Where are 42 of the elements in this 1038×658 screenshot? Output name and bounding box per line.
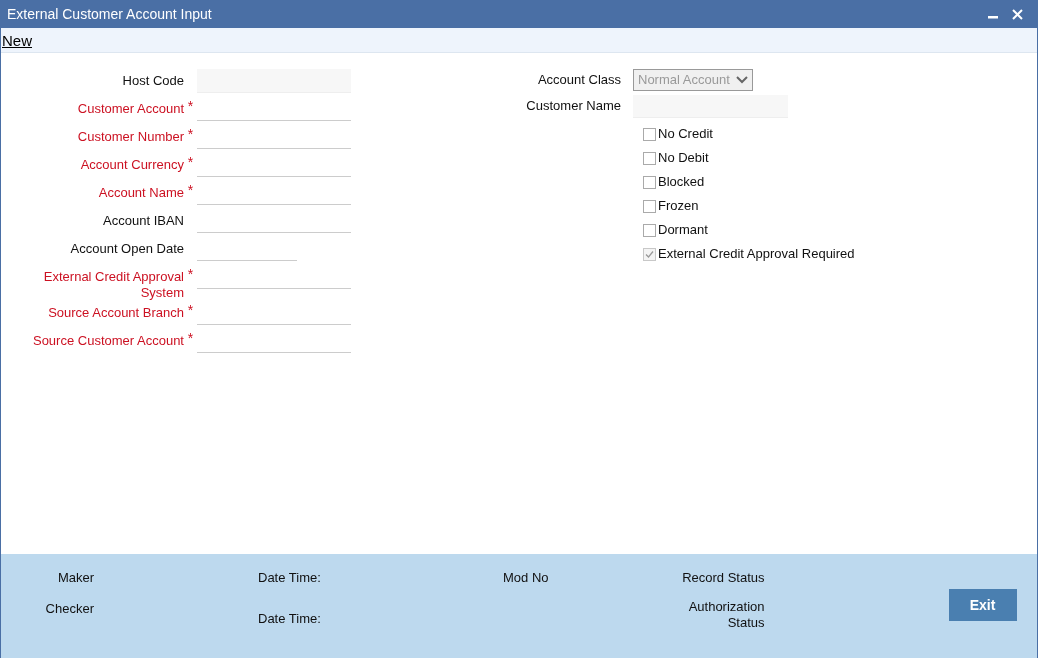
mod-no-label: Mod No [503, 569, 549, 587]
checkbox[interactable] [643, 151, 656, 165]
checkbox[interactable] [643, 127, 656, 141]
required-asterisk: * [187, 155, 194, 169]
field-label: Host Code [121, 73, 184, 89]
checkbox-label: Blocked [658, 173, 705, 192]
checkbox-label: Dormant [658, 221, 708, 240]
record-status-label: Record Status [682, 569, 765, 587]
field-label: External Credit Approval System [42, 269, 184, 301]
window-title: External Customer Account Input [7, 4, 212, 24]
close-icon[interactable] [1012, 8, 1023, 20]
date-time-label: Date Time: [258, 609, 322, 628]
checkbox[interactable] [643, 175, 656, 189]
required-asterisk: * [187, 127, 194, 141]
field-label: Source Account Branch [47, 305, 184, 321]
chevron-icon [736, 76, 748, 84]
checker-label: Checker [45, 599, 94, 618]
field-label: Customer Account [76, 101, 184, 117]
required-asterisk: * [187, 331, 194, 345]
field-label: Customer Number [76, 129, 184, 145]
checkbox[interactable] [643, 199, 656, 213]
field-label: Account Name [97, 185, 184, 201]
authorization-status-label: Authorization Status [687, 598, 765, 631]
checkbox-label: No Credit [658, 125, 713, 144]
required-asterisk: * [187, 183, 194, 197]
checkbox-label: No Debit [658, 149, 709, 168]
checkbox-label: Frozen [658, 197, 699, 216]
exit-button[interactable]: Exit [948, 589, 1017, 621]
field-label: Account IBAN [102, 213, 184, 229]
field-label: Customer Name [525, 97, 621, 116]
maker-label: Maker [57, 569, 94, 587]
required-asterisk: * [187, 303, 194, 317]
required-asterisk: * [187, 267, 194, 281]
field-label: Account Class [536, 71, 621, 90]
checkbox[interactable] [643, 223, 656, 237]
checkbox-label: External Credit Approval Required [658, 245, 855, 264]
required-asterisk: * [187, 99, 194, 113]
field-label: Source Customer Account [31, 333, 184, 349]
field-label: Account Currency [79, 157, 184, 173]
field-label: Account Open Date [69, 241, 184, 257]
new-link[interactable]: New [1, 29, 33, 53]
date-time-label: Date Time: [258, 569, 322, 587]
